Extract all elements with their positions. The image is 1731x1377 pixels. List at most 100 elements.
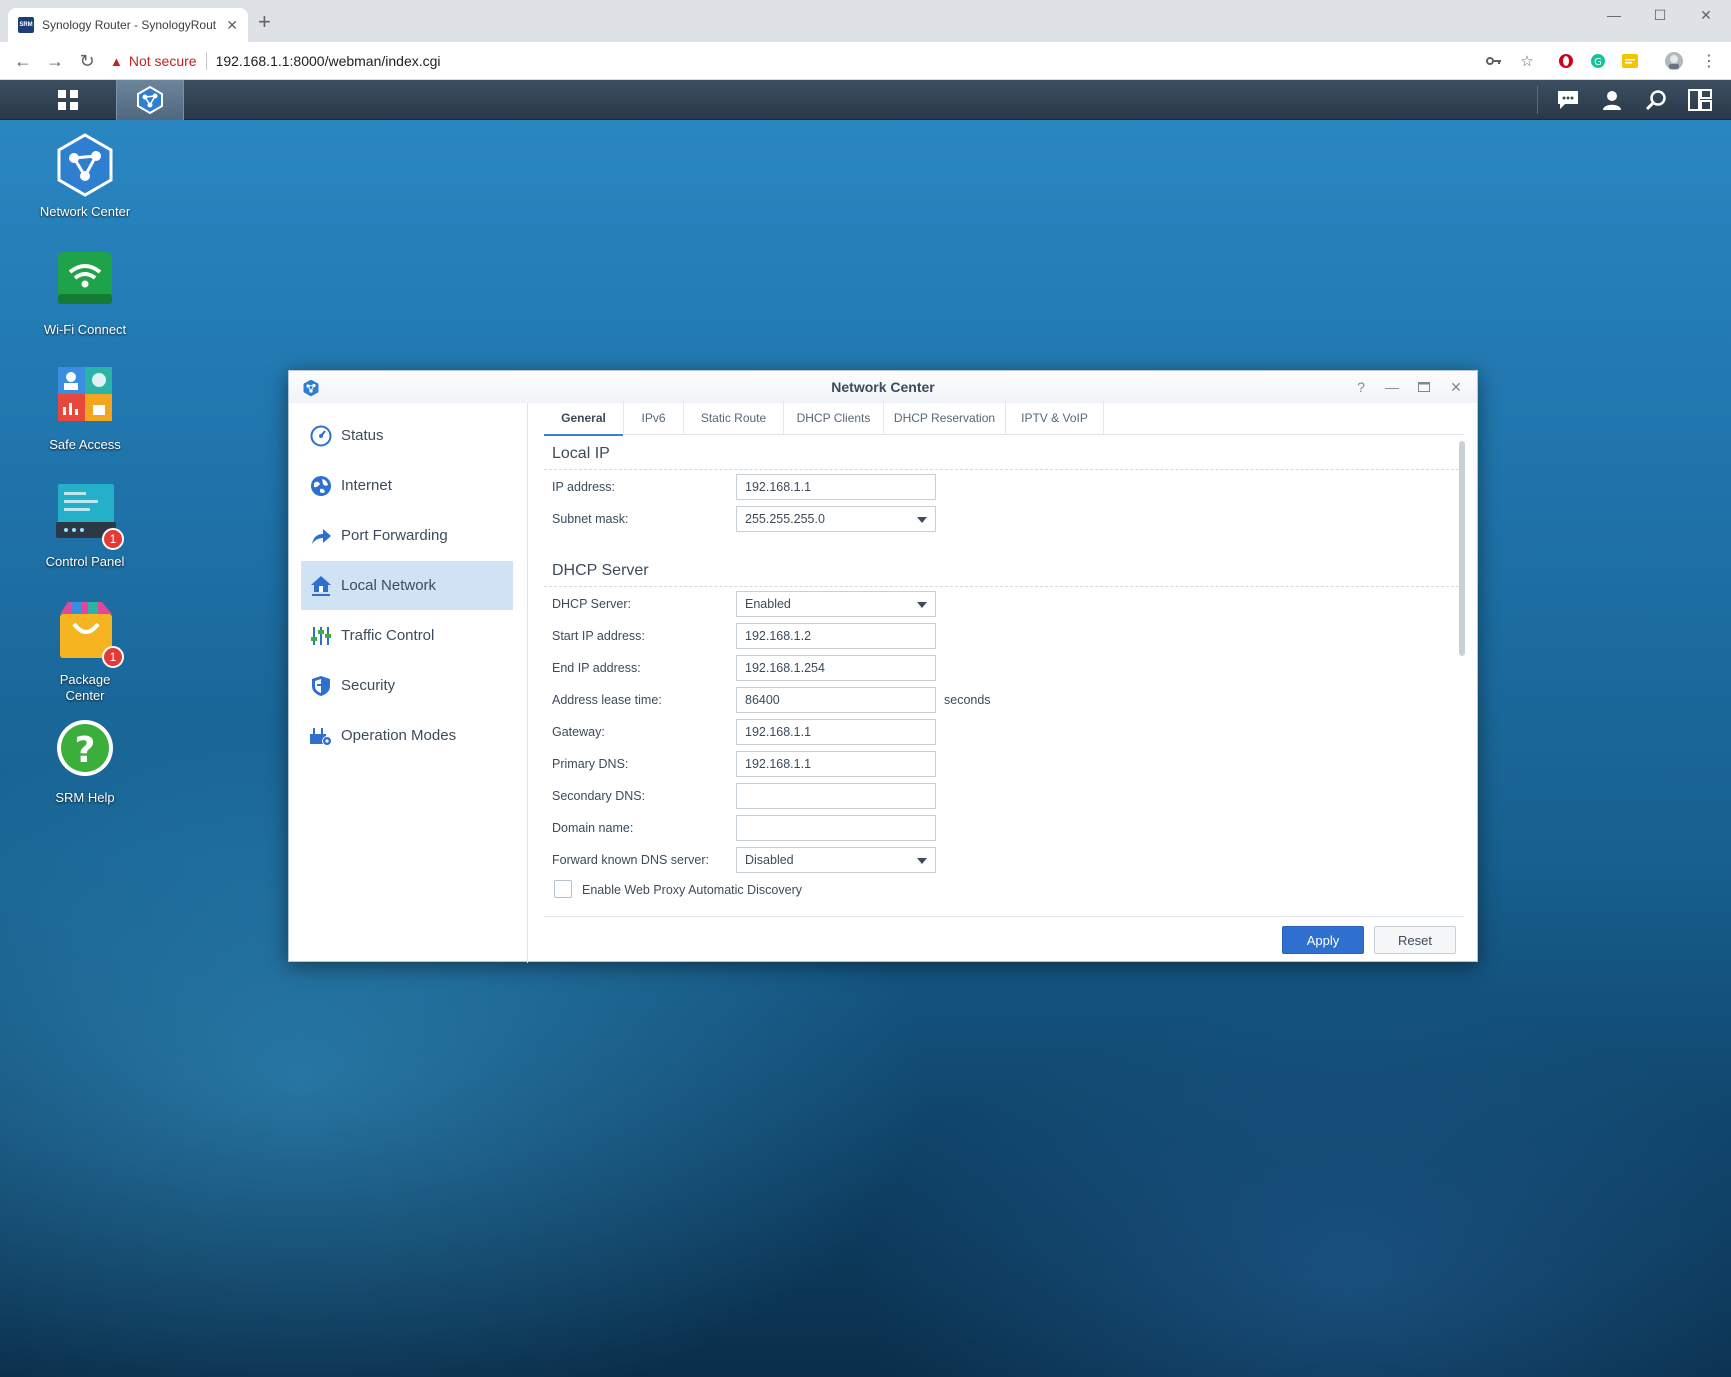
sidebar-item-label: Security [341,677,396,694]
tab-iptv-voip[interactable]: IPTV & VoIP [1006,401,1104,435]
security-status: Not secure [128,53,197,69]
footer-divider [544,916,1464,917]
notifications-chat-icon[interactable] [1546,80,1590,120]
forward-icon[interactable]: → [43,49,67,73]
form-scrollbar[interactable] [1459,441,1465,656]
forward-dns-select[interactable]: Disabled [736,847,936,873]
taskbar-divider [1537,86,1538,114]
wpad-checkbox[interactable] [554,880,572,898]
close-window-icon[interactable]: ✕ [1445,377,1467,397]
dhcp-server-select[interactable]: Enabled [736,591,936,617]
url-text: 192.168.1.1:8000/webman/index.cgi [215,53,441,69]
desktop-icon-label: SRM Help [55,790,115,805]
window-title: Network Center [831,379,935,395]
tab-dhcp-reservation[interactable]: DHCP Reservation [884,401,1006,435]
sidebar-item-traffic-control[interactable]: Traffic Control [301,611,513,660]
help-icon: ? [52,718,118,784]
svg-text:?: ? [75,730,96,771]
close-tab-icon[interactable]: ✕ [226,17,238,34]
search-icon[interactable] [1634,80,1678,120]
tab-static-route[interactable]: Static Route [684,401,784,435]
sidebar-item-label: Status [341,427,384,444]
local-ip-heading: Local IP [552,445,610,462]
primary-dns-input[interactable]: 192.168.1.1 [736,751,936,777]
browser-menu-icon[interactable]: ⋮ [1699,51,1719,71]
sidebar-item-internet[interactable]: Internet [301,461,513,510]
close-browser-icon[interactable]: ✕ [1683,0,1729,30]
network-center-sidebar: Status Internet Port Forwarding Local Ne… [289,403,528,963]
sliders-icon [309,624,333,648]
srm-taskbar [0,80,1731,120]
tab-ipv6[interactable]: IPv6 [624,401,684,435]
ip-address-input[interactable]: 192.168.1.1 [736,474,936,500]
maximize-window-icon[interactable] [1413,377,1435,397]
apply-button[interactable]: Apply [1282,926,1364,954]
lease-time-input[interactable]: 86400 [736,687,936,713]
desktop-icon-control-panel[interactable]: 1 Control Panel [20,482,150,570]
taskbar-network-center-icon[interactable] [116,80,184,120]
key-icon[interactable] [1484,51,1504,71]
package-center-icon: 1 [52,600,124,668]
reload-icon[interactable]: ↻ [75,49,99,73]
subnet-mask-select[interactable]: 255.255.255.0 [736,506,936,532]
grammarly-extension-icon[interactable]: G [1588,51,1608,71]
chevron-down-icon [917,517,927,523]
reset-button[interactable]: Reset [1374,926,1456,954]
lease-time-label: Address lease time: [552,693,662,707]
sidebar-item-operation-modes[interactable]: Operation Modes [301,711,513,760]
address-bar[interactable]: ▲ Not secure 192.168.1.1:8000/webman/ind… [110,46,1510,76]
start-ip-label: Start IP address: [552,629,645,643]
package-center-badge: 1 [102,646,124,668]
minimize-window-icon[interactable]: — [1381,377,1403,397]
gateway-input[interactable]: 192.168.1.1 [736,719,936,745]
desktop-icon-network-center[interactable]: Network Center [20,132,150,220]
general-settings-form: Local IP IP address: 192.168.1.1 Subnet … [544,437,1464,898]
profile-avatar-icon[interactable] [1664,51,1684,71]
main-menu-icon[interactable] [34,80,102,120]
local-network-tabs: General IPv6 Static Route DHCP Clients D… [544,401,1464,436]
user-icon[interactable] [1590,80,1634,120]
minimize-browser-icon[interactable]: — [1591,0,1637,30]
tab-general[interactable]: General [544,401,624,436]
wifi-icon [52,250,118,316]
help-question-icon[interactable]: ? [1350,377,1372,397]
back-icon[interactable]: ← [11,49,35,73]
primary-dns-label: Primary DNS: [552,757,629,771]
tab-dhcp-clients[interactable]: DHCP Clients [784,401,884,435]
sidebar-item-port-forwarding[interactable]: Port Forwarding [301,511,513,560]
maximize-browser-icon[interactable]: ☐ [1637,0,1683,30]
end-ip-input[interactable]: 192.168.1.254 [736,655,936,681]
srm-favicon: SRM [18,17,34,33]
secondary-dns-input[interactable] [736,783,936,809]
sidebar-item-local-network[interactable]: Local Network [301,561,513,610]
desktop-icon-safe-access[interactable]: Safe Access [20,365,150,453]
desktop-icon-wifi-connect[interactable]: Wi-Fi Connect [20,250,150,338]
browser-tab-title: Synology Router - SynologyRout [42,18,217,32]
new-tab-icon[interactable]: + [258,11,271,33]
window-titlebar[interactable]: Network Center ? — ✕ [289,371,1477,403]
sidebar-item-security[interactable]: Security [301,661,513,710]
domain-name-input[interactable] [736,815,936,841]
sidebar-item-label: Local Network [341,577,437,594]
widgets-icon[interactable] [1678,80,1722,120]
notes-extension-icon[interactable] [1620,51,1640,71]
dhcp-server-heading: DHCP Server [552,562,649,579]
gateway-label: Gateway: [552,725,605,739]
desktop-icon-package-center[interactable]: 1 Package Center [20,600,150,704]
control-panel-badge: 1 [102,528,124,550]
section-divider [544,586,1464,587]
forward-arrow-icon [309,524,333,548]
sidebar-item-label: Internet [341,477,392,494]
start-ip-input[interactable]: 192.168.1.2 [736,623,936,649]
srm-desktop: Network Center Wi-Fi Connect Safe Access… [0,80,1731,1377]
desktop-icon-label: Network Center [39,204,131,219]
home-network-icon [309,574,333,598]
bookmark-star-icon[interactable]: ☆ [1517,51,1537,71]
browser-tab[interactable]: SRM Synology Router - SynologyRout ✕ [8,8,248,42]
omnibox-separator [205,52,207,70]
opera-extension-icon[interactable] [1556,51,1576,71]
network-center-window: Network Center ? — ✕ Status Internet Por… [288,370,1478,963]
desktop-icon-srm-help[interactable]: ? SRM Help [20,718,150,806]
sidebar-item-status[interactable]: Status [301,411,513,460]
safe-access-icon [52,365,118,431]
